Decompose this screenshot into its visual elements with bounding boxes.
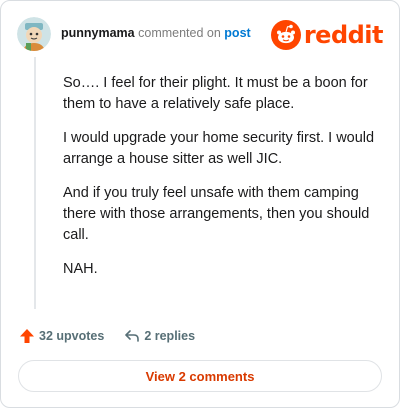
reply-count: 2 replies	[144, 329, 196, 343]
view-comments-button[interactable]: View 2 comments	[18, 360, 382, 392]
comment-card: punnymama commented on post reddit So…. …	[0, 0, 400, 408]
comment-paragraph: So…. I feel for their plight. It must be…	[63, 75, 368, 112]
commented-on-text: commented on	[138, 26, 221, 40]
byline: punnymama commented on post	[61, 26, 251, 40]
upvote-count: 32 upvotes	[39, 329, 105, 343]
comment-paragraph: NAH.	[63, 261, 98, 277]
upvote-arrow-icon	[20, 329, 34, 343]
upvote-button[interactable]: 32 upvotes	[19, 328, 104, 344]
comment-actions: 32 upvotes 2 replies	[19, 326, 215, 346]
reply-arrow-icon	[125, 330, 140, 342]
post-link[interactable]: post	[224, 26, 250, 40]
comment-paragraph: I would upgrade your home security first…	[63, 130, 375, 167]
reddit-logo[interactable]: reddit	[270, 19, 384, 51]
username-link[interactable]: punnymama	[61, 26, 135, 40]
comment-body: So…. I feel for their plight. It must be…	[63, 73, 375, 293]
comment-header: punnymama commented on post reddit	[17, 15, 384, 53]
thread-line[interactable]	[34, 57, 36, 309]
reddit-snoo-icon	[270, 20, 301, 50]
reddit-wordmark: reddit	[303, 21, 384, 49]
comment-paragraph: And if you truly feel unsafe with them c…	[63, 185, 370, 243]
avatar[interactable]	[17, 17, 51, 51]
replies-button[interactable]: 2 replies	[124, 328, 195, 344]
